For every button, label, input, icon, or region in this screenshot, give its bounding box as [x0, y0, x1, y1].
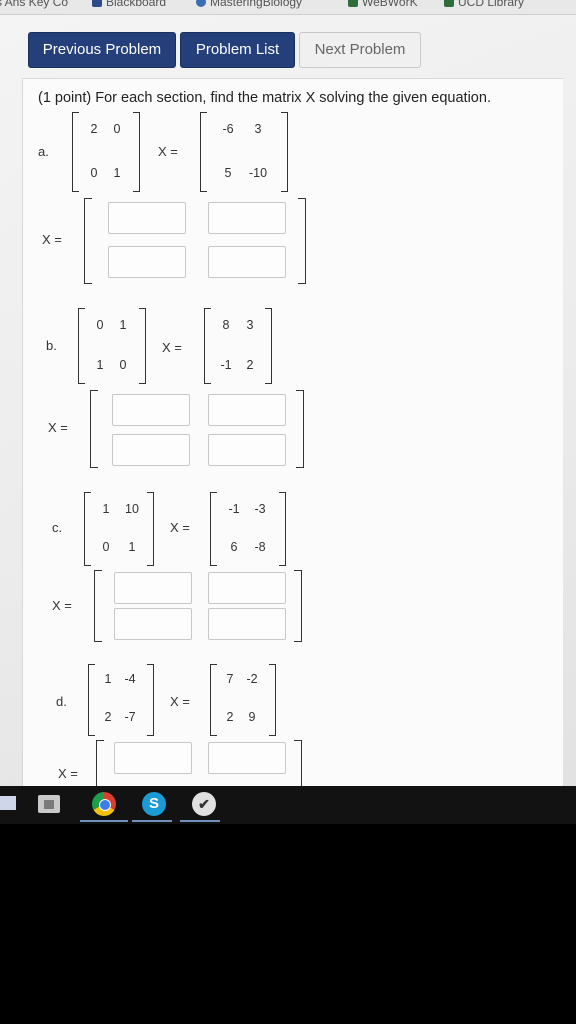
matrix-cell: 3 [246, 318, 254, 332]
answer-input-a-22[interactable] [208, 246, 286, 278]
bookmark-blackboard[interactable]: Blackboard [92, 0, 166, 9]
matrix-d-right: 7 -2 2 9 [210, 664, 276, 736]
section-label-b: b. [46, 338, 57, 353]
problem-list-button[interactable]: Problem List [180, 32, 295, 68]
answer-input-b-21[interactable] [112, 434, 190, 466]
answer-input-a-11[interactable] [108, 202, 186, 234]
matrix-b-right: 8 3 -1 2 [204, 308, 272, 384]
answer-input-d-12[interactable] [208, 742, 286, 774]
matrix-cell: 3 [254, 122, 262, 136]
blackboard-icon [92, 0, 102, 7]
answer-bracket-right [294, 570, 302, 642]
mastering-icon [196, 0, 206, 7]
matrix-cell: -10 [248, 166, 268, 180]
answer-input-b-12[interactable] [208, 394, 286, 426]
x-equals-label: X = [162, 340, 182, 355]
store-icon[interactable] [38, 795, 60, 813]
matrix-cell: 0 [102, 540, 110, 554]
answer-bracket-right [298, 198, 306, 284]
matrix-cell: 1 [119, 318, 127, 332]
matrix-cell: 2 [104, 710, 112, 724]
active-app-indicator [180, 820, 220, 822]
matrix-cell: 8 [222, 318, 230, 332]
problem-statement: (1 point) For each section, find the mat… [38, 90, 491, 106]
matrix-cell: 0 [119, 358, 127, 372]
matrix-cell: 1 [104, 672, 112, 686]
answer-input-c-11[interactable] [114, 572, 192, 604]
x-equals-label: X = [158, 144, 178, 159]
answer-bracket-right [294, 740, 302, 786]
matrix-cell: 10 [125, 502, 139, 516]
section-label-c: c. [52, 520, 63, 535]
matrix-cell: 2 [246, 358, 254, 372]
answer-bracket-left [90, 390, 98, 468]
bookmark-ans-key[interactable]: s Ans Key Co [0, 0, 68, 9]
matrix-cell: -3 [254, 502, 266, 516]
matrix-cell: 0 [96, 318, 104, 332]
answer-x-label: X = [42, 232, 62, 247]
matrix-cell: 1 [113, 166, 121, 180]
answer-input-b-11[interactable] [112, 394, 190, 426]
section-label-a: a. [38, 144, 49, 159]
matrix-c-right: -1 -3 6 -8 [210, 492, 286, 566]
matrix-cell: -6 [222, 122, 234, 136]
answer-input-c-21[interactable] [114, 608, 192, 640]
matrix-d-left: 1 -4 2 -7 [88, 664, 154, 736]
answer-x-label: X = [52, 598, 72, 613]
matrix-a-right: -6 3 5 -10 [200, 112, 288, 192]
taskbar: S ✔ [0, 786, 576, 824]
matrix-cell: -4 [124, 672, 136, 686]
matrix-cell: 2 [90, 122, 98, 136]
answer-x-label: X = [58, 766, 78, 781]
answer-input-a-12[interactable] [208, 202, 286, 234]
bookmarks-bar: s Ans Key Co Blackboard MasteringBiology… [0, 0, 576, 15]
matrix-b-left: 0 1 1 0 [78, 308, 146, 384]
bookmark-masteringbiology[interactable]: MasteringBiology [196, 0, 302, 9]
checkmark-app-icon[interactable]: ✔ [192, 792, 216, 816]
chrome-icon[interactable] [92, 792, 116, 816]
matrix-cell: 9 [248, 710, 256, 724]
matrix-cell: -1 [228, 502, 240, 516]
answer-bracket-right [296, 390, 304, 468]
answer-bracket-left [96, 740, 104, 786]
matrix-cell: -1 [220, 358, 232, 372]
matrix-cell: 5 [224, 166, 232, 180]
matrix-c-left: 1 10 0 1 [84, 492, 154, 566]
answer-input-d-11[interactable] [114, 742, 192, 774]
matrix-cell: 7 [226, 672, 234, 686]
answer-input-c-12[interactable] [208, 572, 286, 604]
webwork-icon [348, 0, 358, 7]
shield-icon [444, 0, 454, 7]
previous-problem-button[interactable]: Previous Problem [28, 32, 176, 68]
next-problem-button[interactable]: Next Problem [299, 32, 421, 68]
matrix-cell: 1 [96, 358, 104, 372]
answer-input-c-22[interactable] [208, 608, 286, 640]
matrix-cell: -2 [246, 672, 258, 686]
matrix-cell: 0 [90, 166, 98, 180]
answer-input-a-21[interactable] [108, 246, 186, 278]
answer-x-label: X = [48, 420, 68, 435]
matrix-cell: 2 [226, 710, 234, 724]
matrix-cell: 1 [102, 502, 110, 516]
file-explorer-icon[interactable] [0, 796, 16, 810]
matrix-cell: 1 [128, 540, 136, 554]
matrix-cell: -8 [254, 540, 266, 554]
bookmark-ucd-library[interactable]: UCD Library [444, 0, 524, 9]
browser-viewport: s Ans Key Co Blackboard MasteringBiology… [0, 0, 576, 786]
answer-bracket-left [84, 198, 92, 284]
matrix-cell: 6 [230, 540, 238, 554]
x-equals-label: X = [170, 520, 190, 535]
section-label-d: d. [56, 694, 67, 709]
active-app-indicator [132, 820, 172, 822]
answer-input-b-22[interactable] [208, 434, 286, 466]
matrix-cell: -7 [124, 710, 136, 724]
bookmark-webwork[interactable]: WeBWorK [348, 0, 418, 9]
matrix-a-left: 2 0 0 1 [72, 112, 140, 192]
active-app-indicator [80, 820, 128, 822]
matrix-cell: 0 [113, 122, 121, 136]
answer-bracket-left [94, 570, 102, 642]
x-equals-label: X = [170, 694, 190, 709]
skype-icon[interactable]: S [142, 792, 166, 816]
